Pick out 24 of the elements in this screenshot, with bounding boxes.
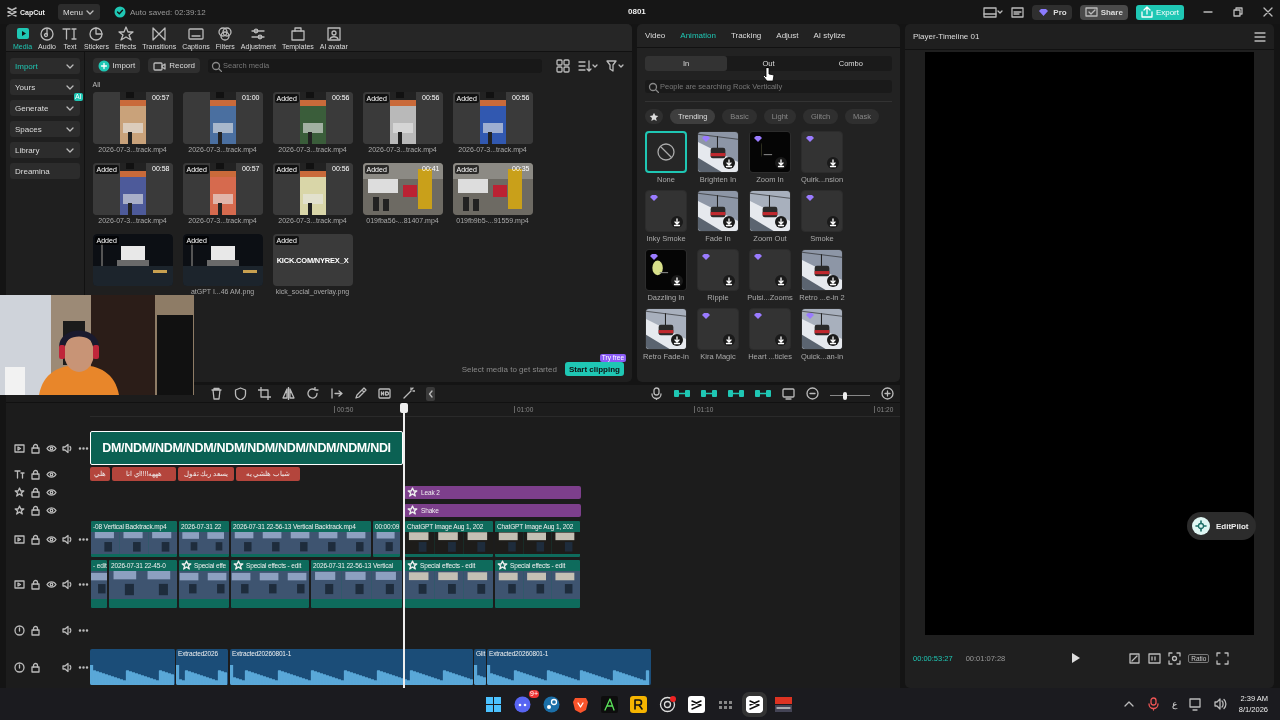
- project-title: 0801: [628, 7, 646, 16]
- pro-button[interactable]: Pro: [1032, 4, 1072, 20]
- autosave-status: Auto saved: 02:39:12: [130, 7, 206, 17]
- panel-tab[interactable]: AI stylize: [813, 31, 846, 40]
- sidebar-item[interactable]: Dreamina: [10, 163, 80, 179]
- sidebar-item[interactable]: Library: [10, 142, 80, 158]
- record-button[interactable]: Record: [148, 58, 200, 73]
- assistant-button[interactable]: EditPilot: [1187, 512, 1257, 540]
- panel-tab[interactable]: Tracking: [730, 31, 762, 40]
- panel-tab[interactable]: Adjust: [776, 31, 799, 40]
- player-title: Player-Timeline 01: [913, 32, 980, 41]
- hint-text: Select media to get started: [461, 364, 557, 374]
- sidebar-item[interactable]: Import: [10, 58, 80, 74]
- panel-tab[interactable]: Animation: [680, 31, 716, 40]
- keyboard-language[interactable]: ع: [1171, 699, 1177, 709]
- sidebar-item[interactable]: Spaces: [10, 121, 80, 137]
- import-button[interactable]: Import: [92, 58, 141, 73]
- share-button[interactable]: Share: [1079, 4, 1128, 20]
- sidebar-item[interactable]: Yours: [10, 79, 80, 95]
- menu-button[interactable]: Menu: [58, 4, 100, 20]
- start-clipping-button[interactable]: Start clipping: [564, 362, 624, 376]
- panel-tab[interactable]: Video: [645, 31, 666, 40]
- title-clip[interactable]: DM/NDM/NDM/NDM/NDM/NDM/NDM/NDM/NDM/NDI: [90, 431, 403, 465]
- sidebar-item[interactable]: Generate: [10, 100, 80, 116]
